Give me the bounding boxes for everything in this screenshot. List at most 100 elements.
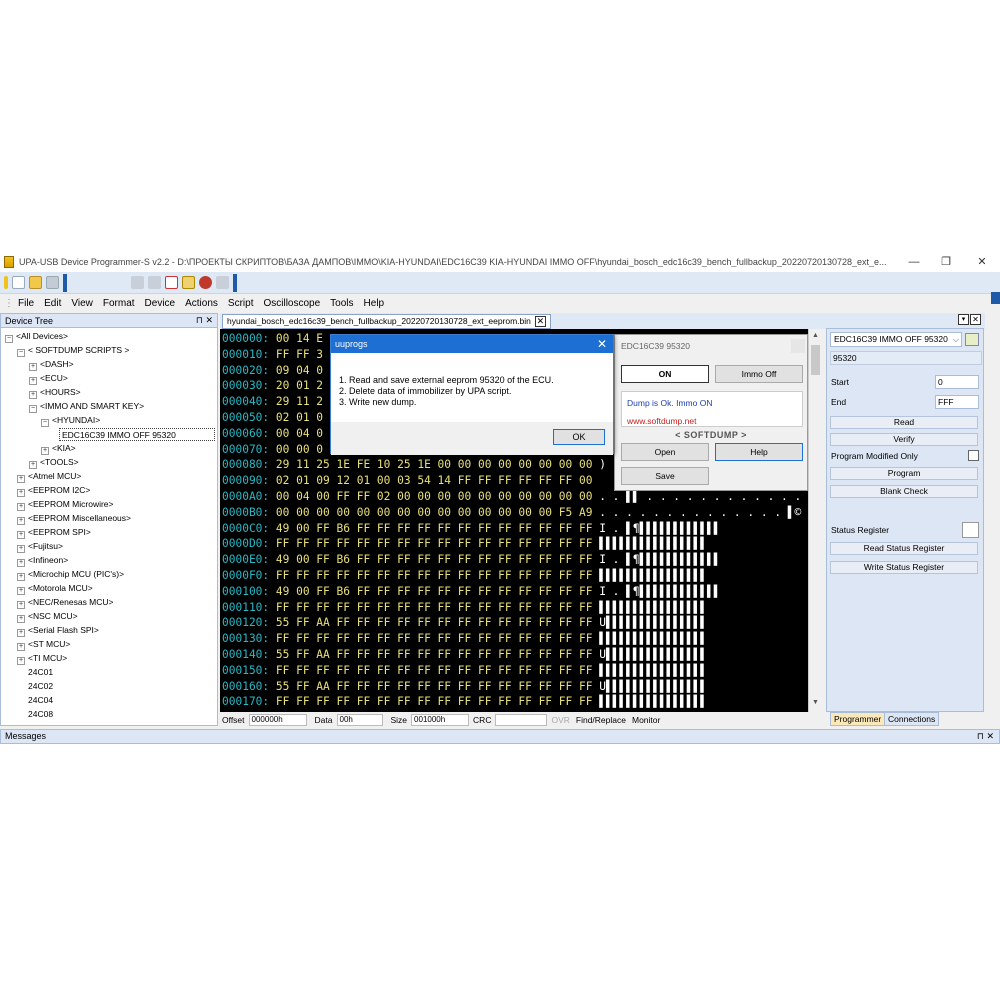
hex-ascii[interactable]: ▌▌▌▌▌▌▌▌▌▌▌▌▌▌▌▌: [592, 695, 707, 708]
offset-field[interactable]: 000000h: [248, 714, 307, 726]
hex-row[interactable]: 0000E0: 49 00 FF B6 FF FF FF FF FF FF FF…: [222, 552, 720, 568]
expand-icon[interactable]: +: [17, 629, 25, 637]
tree-node[interactable]: + <EEPROM I2C>: [17, 484, 90, 497]
run-script-icon[interactable]: [965, 333, 979, 346]
hex-bytes[interactable]: 02 01 0: [269, 411, 323, 424]
hex-ascii[interactable]: U▌▌▌▌▌▌▌▌▌▌▌▌▌▌▌: [592, 648, 707, 661]
hex-row[interactable]: 000050: 02 01 0: [222, 410, 323, 426]
hex-bytes[interactable]: 00 14 E: [269, 332, 323, 345]
menu-file[interactable]: File: [18, 298, 34, 309]
tree-node[interactable]: + <Fujitsu>: [17, 540, 63, 553]
expand-icon[interactable]: +: [41, 447, 49, 455]
menu-edit[interactable]: Edit: [44, 298, 61, 309]
settings-icon[interactable]: [216, 276, 229, 289]
tree-node[interactable]: − <All Devices>: [5, 330, 68, 343]
collapse-icon[interactable]: −: [5, 335, 13, 343]
hex-bytes[interactable]: FF FF FF FF FF FF FF FF FF FF FF FF FF F…: [269, 632, 593, 645]
hex-scrollbar[interactable]: ▲ ▼: [808, 329, 822, 712]
expand-icon[interactable]: +: [17, 503, 25, 511]
menu-tools[interactable]: Tools: [330, 298, 353, 309]
hex-ascii[interactable]: I . ▌¶▌▌▌▌▌▌▌▌▌▌▌▌: [592, 585, 720, 598]
hex-bytes[interactable]: 00 00 0: [269, 443, 323, 456]
scroll-up-icon[interactable]: ▲: [812, 332, 819, 339]
size-field[interactable]: 001000h: [411, 714, 470, 726]
hex-bytes[interactable]: 49 00 FF B6 FF FF FF FF FF FF FF FF FF F…: [269, 585, 593, 598]
start-input[interactable]: 0: [935, 375, 979, 389]
tree-node[interactable]: + <Serial Flash SPI>: [17, 624, 99, 637]
hex-ascii[interactable]: ▌▌▌▌▌▌▌▌▌▌▌▌▌▌▌▌: [592, 632, 707, 645]
hex-row[interactable]: 000110: FF FF FF FF FF FF FF FF FF FF FF…: [222, 600, 707, 616]
hex-row[interactable]: 000020: 09 04 0: [222, 363, 323, 379]
hex-row[interactable]: 000100: 49 00 FF B6 FF FF FF FF FF FF FF…: [222, 584, 720, 600]
copy-icon[interactable]: [131, 276, 144, 289]
tree-node[interactable]: + <NEC/Renesas MCU>: [17, 596, 114, 609]
hex-ascii[interactable]: ▌▌▌▌▌▌▌▌▌▌▌▌▌▌▌▌: [592, 569, 707, 582]
tree-node[interactable]: + <Infineon>: [17, 554, 68, 567]
hex-bytes[interactable]: 00 00 00 00 00 00 00 00 00 00 00 00 00 0…: [269, 506, 593, 519]
hex-ascii[interactable]: ▌▌▌▌▌▌▌▌▌▌▌▌▌▌▌▌: [592, 664, 707, 677]
tree-node[interactable]: + <EEPROM Miscellaneous>: [17, 512, 131, 525]
program-modified-only-checkbox[interactable]: [968, 450, 979, 461]
hex-bytes[interactable]: 29 11 2: [269, 395, 323, 408]
expand-icon[interactable]: +: [17, 615, 25, 623]
expand-icon[interactable]: +: [17, 531, 25, 539]
minimize-button[interactable]: —: [904, 254, 924, 270]
expand-icon[interactable]: +: [17, 601, 25, 609]
collapse-icon[interactable]: −: [41, 419, 49, 427]
menu-script[interactable]: Script: [228, 298, 254, 309]
hex-row[interactable]: 000130: FF FF FF FF FF FF FF FF FF FF FF…: [222, 631, 707, 647]
editor-close-icon[interactable]: ✕: [970, 314, 981, 325]
hex-bytes[interactable]: 20 01 2: [269, 379, 323, 392]
script-icon[interactable]: [165, 276, 178, 289]
hex-row[interactable]: 000060: 00 04 0: [222, 426, 323, 442]
pin-close-icon[interactable]: ⊓ ✕: [196, 315, 213, 326]
hex-ascii[interactable]: I . ▌¶▌▌▌▌▌▌▌▌▌▌▌▌: [592, 522, 720, 535]
tree-node[interactable]: + <EEPROM Microwire>: [17, 498, 114, 511]
scroll-down-icon[interactable]: ▼: [812, 699, 819, 706]
hex-row[interactable]: 0000D0: FF FF FF FF FF FF FF FF FF FF FF…: [222, 536, 707, 552]
expand-icon[interactable]: +: [17, 643, 25, 651]
hex-ascii[interactable]: U▌▌▌▌▌▌▌▌▌▌▌▌▌▌▌: [592, 680, 707, 693]
menu-view[interactable]: View: [71, 298, 93, 309]
menu-oscilloscope[interactable]: Oscilloscope: [263, 298, 320, 309]
tree-node[interactable]: + <ST MCU>: [17, 638, 70, 651]
expand-icon[interactable]: +: [17, 587, 25, 595]
immo-off-button[interactable]: Immo Off: [715, 365, 803, 383]
hex-row[interactable]: 0000C0: 49 00 FF B6 FF FF FF FF FF FF FF…: [222, 521, 720, 537]
hex-ascii[interactable]: ▌▌▌▌▌▌▌▌▌▌▌▌▌▌▌▌: [592, 601, 707, 614]
expand-icon[interactable]: +: [17, 545, 25, 553]
hex-row[interactable]: 000070: 00 00 0: [222, 442, 323, 458]
hex-bytes[interactable]: 49 00 FF B6 FF FF FF FF FF FF FF FF FF F…: [269, 522, 593, 535]
tree-node[interactable]: + <ECU>: [29, 372, 68, 385]
find-replace-link[interactable]: Find/Replace: [576, 715, 626, 725]
monitor-link[interactable]: Monitor: [632, 715, 660, 725]
expand-icon[interactable]: +: [17, 475, 25, 483]
hex-row[interactable]: 000090: 02 01 09 12 01 00 03 54 14 FF FF…: [222, 473, 592, 489]
hex-ascii[interactable]: ): [592, 458, 606, 471]
hex-row[interactable]: 000140: 55 FF AA FF FF FF FF FF FF FF FF…: [222, 647, 707, 663]
toolbar-overflow-icon[interactable]: [991, 292, 1000, 304]
hex-bytes[interactable]: FF FF FF FF FF FF FF FF FF FF FF FF FF F…: [269, 537, 593, 550]
paste-icon[interactable]: [148, 276, 161, 289]
tab-connections[interactable]: Connections: [884, 712, 940, 726]
hex-row[interactable]: 0000F0: FF FF FF FF FF FF FF FF FF FF FF…: [222, 568, 707, 584]
device-icon[interactable]: [182, 276, 195, 289]
hex-bytes[interactable]: FF FF FF FF FF FF FF FF FF FF FF FF FF F…: [269, 569, 593, 582]
hex-bytes[interactable]: 09 04 0: [269, 364, 323, 377]
expand-icon[interactable]: +: [17, 657, 25, 665]
hex-bytes[interactable]: 02 01 09 12 01 00 03 54 14 FF FF FF FF F…: [269, 474, 593, 487]
hex-bytes[interactable]: FF FF FF FF FF FF FF FF FF FF FF FF FF F…: [269, 695, 593, 708]
read-button[interactable]: Read: [830, 416, 978, 429]
pin-close-icon[interactable]: ⊓ ✕: [977, 730, 994, 743]
crc-field[interactable]: [495, 714, 548, 726]
hex-bytes[interactable]: 00 04 0: [269, 427, 323, 440]
expand-icon[interactable]: +: [17, 489, 25, 497]
hex-ascii[interactable]: . . . . . . . . . . . . . . ▌©: [592, 506, 801, 519]
end-input[interactable]: FFF: [935, 395, 979, 409]
tree-node[interactable]: − < SOFTDUMP SCRIPTS >: [17, 344, 129, 357]
blank-check-button[interactable]: Blank Check: [830, 485, 978, 498]
bug-icon[interactable]: [199, 276, 212, 289]
hex-row[interactable]: 000150: FF FF FF FF FF FF FF FF FF FF FF…: [222, 663, 707, 679]
restore-button[interactable]: ❐: [936, 254, 956, 270]
status-register-value[interactable]: [962, 522, 979, 538]
